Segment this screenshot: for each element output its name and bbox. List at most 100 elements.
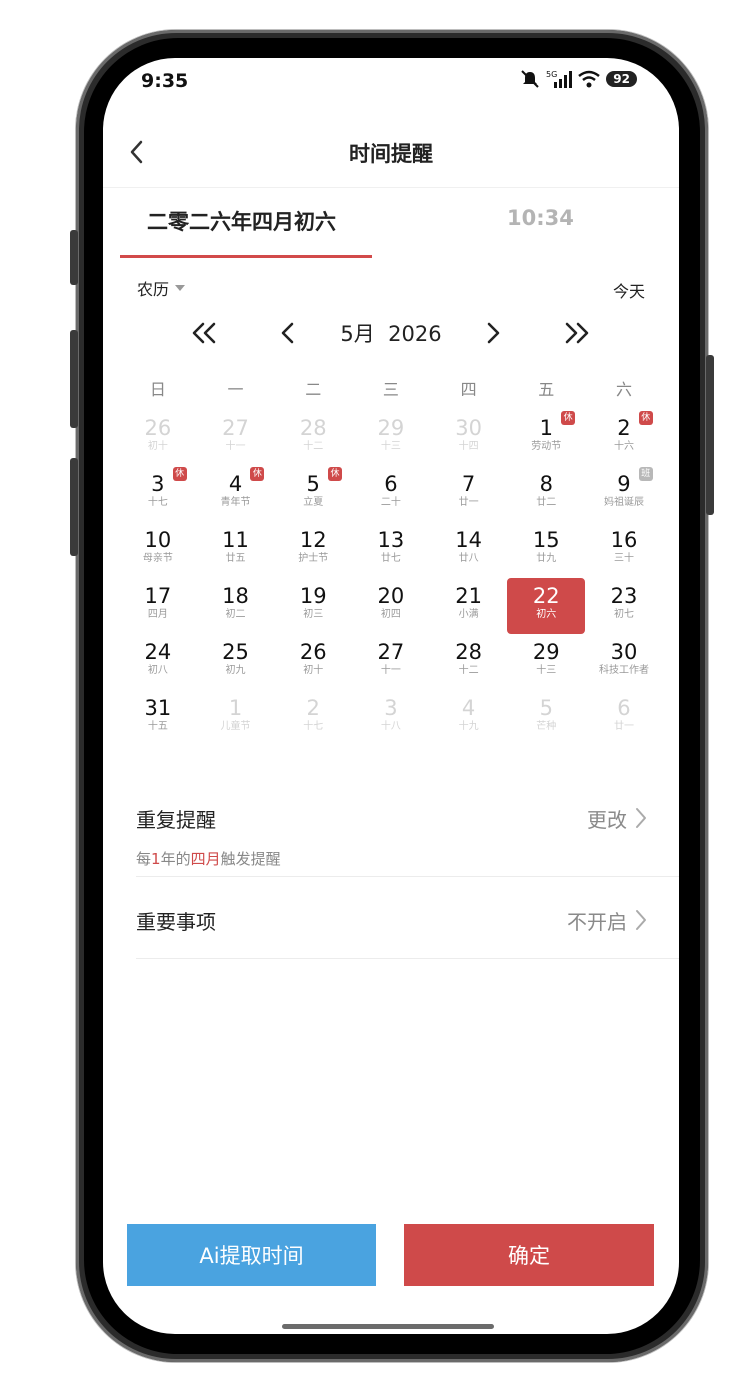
calendar-day[interactable]: 14 廿八 (430, 522, 508, 578)
day-number: 16 (610, 528, 638, 552)
day-lunar-label: 初六 (536, 609, 557, 620)
day-lunar-label: 小满 (458, 609, 479, 620)
day-lunar-label: 十二 (303, 441, 324, 452)
calendar-day[interactable]: 1 儿童节 (197, 690, 275, 746)
day-lunar-label: 初七 (613, 609, 634, 620)
day-number: 3 (384, 696, 398, 720)
day-lunar-label: 初八 (147, 665, 168, 676)
volume-up-button (70, 330, 78, 428)
calendar-day[interactable]: 2 十六休 (585, 410, 663, 466)
day-number: 20 (377, 584, 405, 608)
day-lunar-label: 芒种 (536, 721, 557, 732)
calendar-day[interactable]: 26 初十 (119, 410, 197, 466)
status-time: 9:35 (141, 70, 189, 92)
day-lunar-label: 十七 (147, 497, 168, 508)
tab-bar: 二零二六年四月初六 10:34 (103, 196, 679, 260)
power-button (706, 355, 714, 515)
weekday-header: 日 一 二 三 四 五 六 (119, 376, 663, 402)
calendar-day[interactable]: 27 十一 (197, 410, 275, 466)
day-lunar-label: 母亲节 (142, 553, 173, 564)
next-month-button[interactable] (476, 316, 510, 350)
day-lunar-label: 劳动节 (531, 441, 562, 452)
repeat-desc-prefix: 每 (136, 850, 152, 868)
calendar-day[interactable]: 29 十三 (507, 634, 585, 690)
day-lunar-label: 十二 (458, 665, 479, 676)
calendar-day[interactable]: 15 廿九 (507, 522, 585, 578)
calendar-day[interactable]: 3 十八 (352, 690, 430, 746)
calendar-day[interactable]: 11 廿五 (197, 522, 275, 578)
day-lunar-label: 廿二 (536, 497, 557, 508)
day-lunar-label: 初二 (225, 609, 246, 620)
calendar-day[interactable]: 28 十二 (430, 634, 508, 690)
calendar-day[interactable]: 17 四月 (119, 578, 197, 634)
day-lunar-label: 科技工作者 (598, 665, 649, 676)
day-number: 14 (455, 528, 482, 552)
calendar-day[interactable]: 30 科技工作者 (585, 634, 663, 690)
calendar-day[interactable]: 16 三十 (585, 522, 663, 578)
calendar-day[interactable]: 1 劳动节休 (507, 410, 585, 466)
repeat-reminder-label: 重复提醒 (136, 808, 216, 832)
calendar-day[interactable]: 4 青年节休 (197, 466, 275, 522)
calendar-day[interactable]: 19 初三 (274, 578, 352, 634)
day-number: 5 (539, 696, 553, 720)
workday-badge: 班 (638, 467, 653, 481)
calendar-day[interactable]: 30 十四 (430, 410, 508, 466)
day-lunar-label: 十九 (458, 721, 479, 732)
calendar-day[interactable]: 6 廿一 (585, 690, 663, 746)
day-lunar-label: 廿八 (458, 553, 479, 564)
day-number: 30 (455, 416, 482, 440)
calendar-day[interactable]: 4 十九 (430, 690, 508, 746)
calendar-day[interactable]: 18 初二 (197, 578, 275, 634)
calendar-day[interactable]: 7 廿一 (430, 466, 508, 522)
day-lunar-label: 廿一 (613, 721, 634, 732)
day-lunar-label: 青年节 (220, 497, 251, 508)
calendar-day[interactable]: 12 护士节 (274, 522, 352, 578)
day-number: 29 (532, 640, 560, 664)
network-type-label: 5G (546, 70, 557, 79)
tab-date[interactable]: 二零二六年四月初六 (147, 206, 336, 236)
calendar-mode-dropdown[interactable]: 农历 (137, 276, 186, 300)
day-number: 18 (222, 584, 249, 608)
calendar-day[interactable]: 21 小满 (430, 578, 508, 634)
calendar-day[interactable]: 5 立夏休 (274, 466, 352, 522)
ai-extract-time-button[interactable]: Ai提取时间 (127, 1224, 376, 1286)
day-lunar-label: 立夏 (303, 497, 324, 508)
day-lunar-label: 十一 (380, 665, 401, 676)
calendar-day[interactable]: 6 二十 (352, 466, 430, 522)
day-number: 19 (299, 584, 327, 608)
calendar-day[interactable]: 25 初九 (197, 634, 275, 690)
repeat-reminder-value: 更改 (587, 808, 627, 832)
calendar-day[interactable]: 24 初八 (119, 634, 197, 690)
calendar-day[interactable]: 5 芒种 (507, 690, 585, 746)
calendar-day[interactable]: 8 廿二 (507, 466, 585, 522)
repeat-reminder-row[interactable]: 重复提醒 更改 (136, 788, 679, 848)
calendar-day[interactable]: 27 十一 (352, 634, 430, 690)
weekday-label: 五 (538, 380, 555, 399)
calendar-day[interactable]: 29 十三 (352, 410, 430, 466)
calendar-day-selected[interactable]: 22 初六 (507, 578, 586, 634)
calendar-day[interactable]: 13 廿七 (352, 522, 430, 578)
calendar-day[interactable]: 26 初十 (274, 634, 352, 690)
calendar-day[interactable]: 10 母亲节 (119, 522, 197, 578)
action-button (70, 230, 78, 285)
tab-time[interactable]: 10:34 (507, 206, 574, 230)
day-lunar-label: 初三 (303, 609, 324, 620)
calendar-day[interactable]: 28 十二 (274, 410, 352, 466)
caret-down-icon (175, 285, 186, 291)
volume-down-button (70, 458, 78, 556)
today-button[interactable]: 今天 (613, 278, 645, 302)
calendar-day[interactable]: 31 十五 (119, 690, 197, 746)
next-year-button[interactable] (560, 316, 594, 350)
calendar-day[interactable]: 23 初七 (585, 578, 663, 634)
confirm-button[interactable]: 确定 (404, 1224, 654, 1286)
day-number: 27 (377, 640, 405, 664)
calendar-day[interactable]: 9 妈祖诞辰班 (585, 466, 663, 522)
important-row[interactable]: 重要事项 不开启 (136, 896, 679, 958)
day-lunar-label: 十七 (303, 721, 324, 732)
calendar-day[interactable]: 3 十七休 (119, 466, 197, 522)
day-number: 26 (299, 640, 327, 664)
calendar-day[interactable]: 2 十七 (274, 690, 352, 746)
day-lunar-label: 护士节 (298, 553, 329, 564)
calendar-day[interactable]: 20 初四 (352, 578, 430, 634)
chevron-right-icon (636, 910, 646, 930)
